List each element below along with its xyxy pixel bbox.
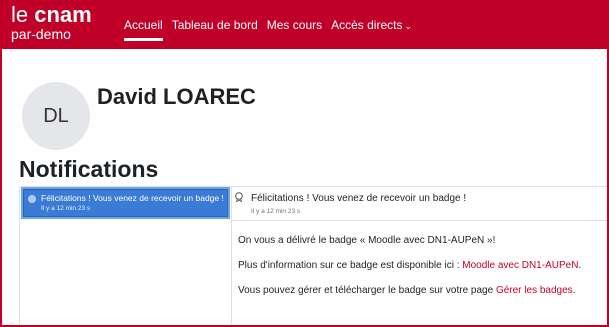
nav-dashboard[interactable]: Tableau de bord xyxy=(172,18,258,32)
user-name: David LOAREC xyxy=(97,84,256,109)
logo-cnam: cnam xyxy=(34,2,92,27)
detail-line-2: Plus d'information sur ce badge est disp… xyxy=(238,260,581,272)
page-title: Notifications xyxy=(19,156,159,182)
badge-icon xyxy=(28,195,36,203)
chevron-down-icon: ⌄ xyxy=(404,21,413,31)
detail-line-2-suffix: . xyxy=(578,260,582,271)
primary-navigation: Accueil Tableau de bord Mes cours Accès … xyxy=(124,18,412,41)
nav-quick-access[interactable]: Accès directs ⌄ xyxy=(331,18,412,32)
badge-info-link[interactable]: Moodle avec DN1-AUPeN xyxy=(462,260,578,271)
avatar: DL xyxy=(22,82,90,150)
logo-le: le xyxy=(11,2,35,27)
detail-line-3: Vous pouvez gérer et télécharger le badg… xyxy=(238,285,581,297)
nav-my-courses[interactable]: Mes cours xyxy=(267,18,322,32)
logo-subtitle: par-demo xyxy=(11,26,71,42)
notification-item-title: Félicitations ! Vous venez de recevoir u… xyxy=(41,193,224,203)
notification-list: Félicitations ! Vous venez de recevoir u… xyxy=(19,186,232,325)
badge-icon xyxy=(235,192,243,202)
logo-text: le cnam xyxy=(11,4,92,26)
nav-quick-access-label: Accès directs xyxy=(331,18,403,32)
notification-detail-time: Il y a 12 min 23 s xyxy=(251,208,301,215)
manage-badges-link[interactable]: Gérer les badges xyxy=(496,285,573,296)
site-logo[interactable]: le cnam par-demo xyxy=(11,4,92,42)
notification-list-item[interactable]: Félicitations ! Vous venez de recevoir u… xyxy=(23,189,228,217)
page-frame: le cnam par-demo Accueil Tableau de bord… xyxy=(0,0,609,327)
notification-item-time: Il y a 12 min 23 s xyxy=(41,205,91,212)
notification-detail-title: Félicitations ! Vous venez de recevoir u… xyxy=(251,193,467,204)
notification-detail: Félicitations ! Vous venez de recevoir u… xyxy=(231,186,607,325)
detail-line-1: On vous a délivré le badge « Moodle avec… xyxy=(238,235,496,246)
nav-home[interactable]: Accueil xyxy=(124,18,163,41)
detail-line-2-text: Plus d'information sur ce badge est disp… xyxy=(238,260,463,271)
notification-detail-header: Félicitations ! Vous venez de recevoir u… xyxy=(231,187,607,221)
navbar: le cnam par-demo Accueil Tableau de bord… xyxy=(2,2,607,49)
detail-line-3-suffix: . xyxy=(572,285,576,296)
detail-line-3-text: Vous pouvez gérer et télécharger le badg… xyxy=(238,285,496,296)
notification-detail-body: On vous a délivré le badge « Moodle avec… xyxy=(238,235,581,310)
